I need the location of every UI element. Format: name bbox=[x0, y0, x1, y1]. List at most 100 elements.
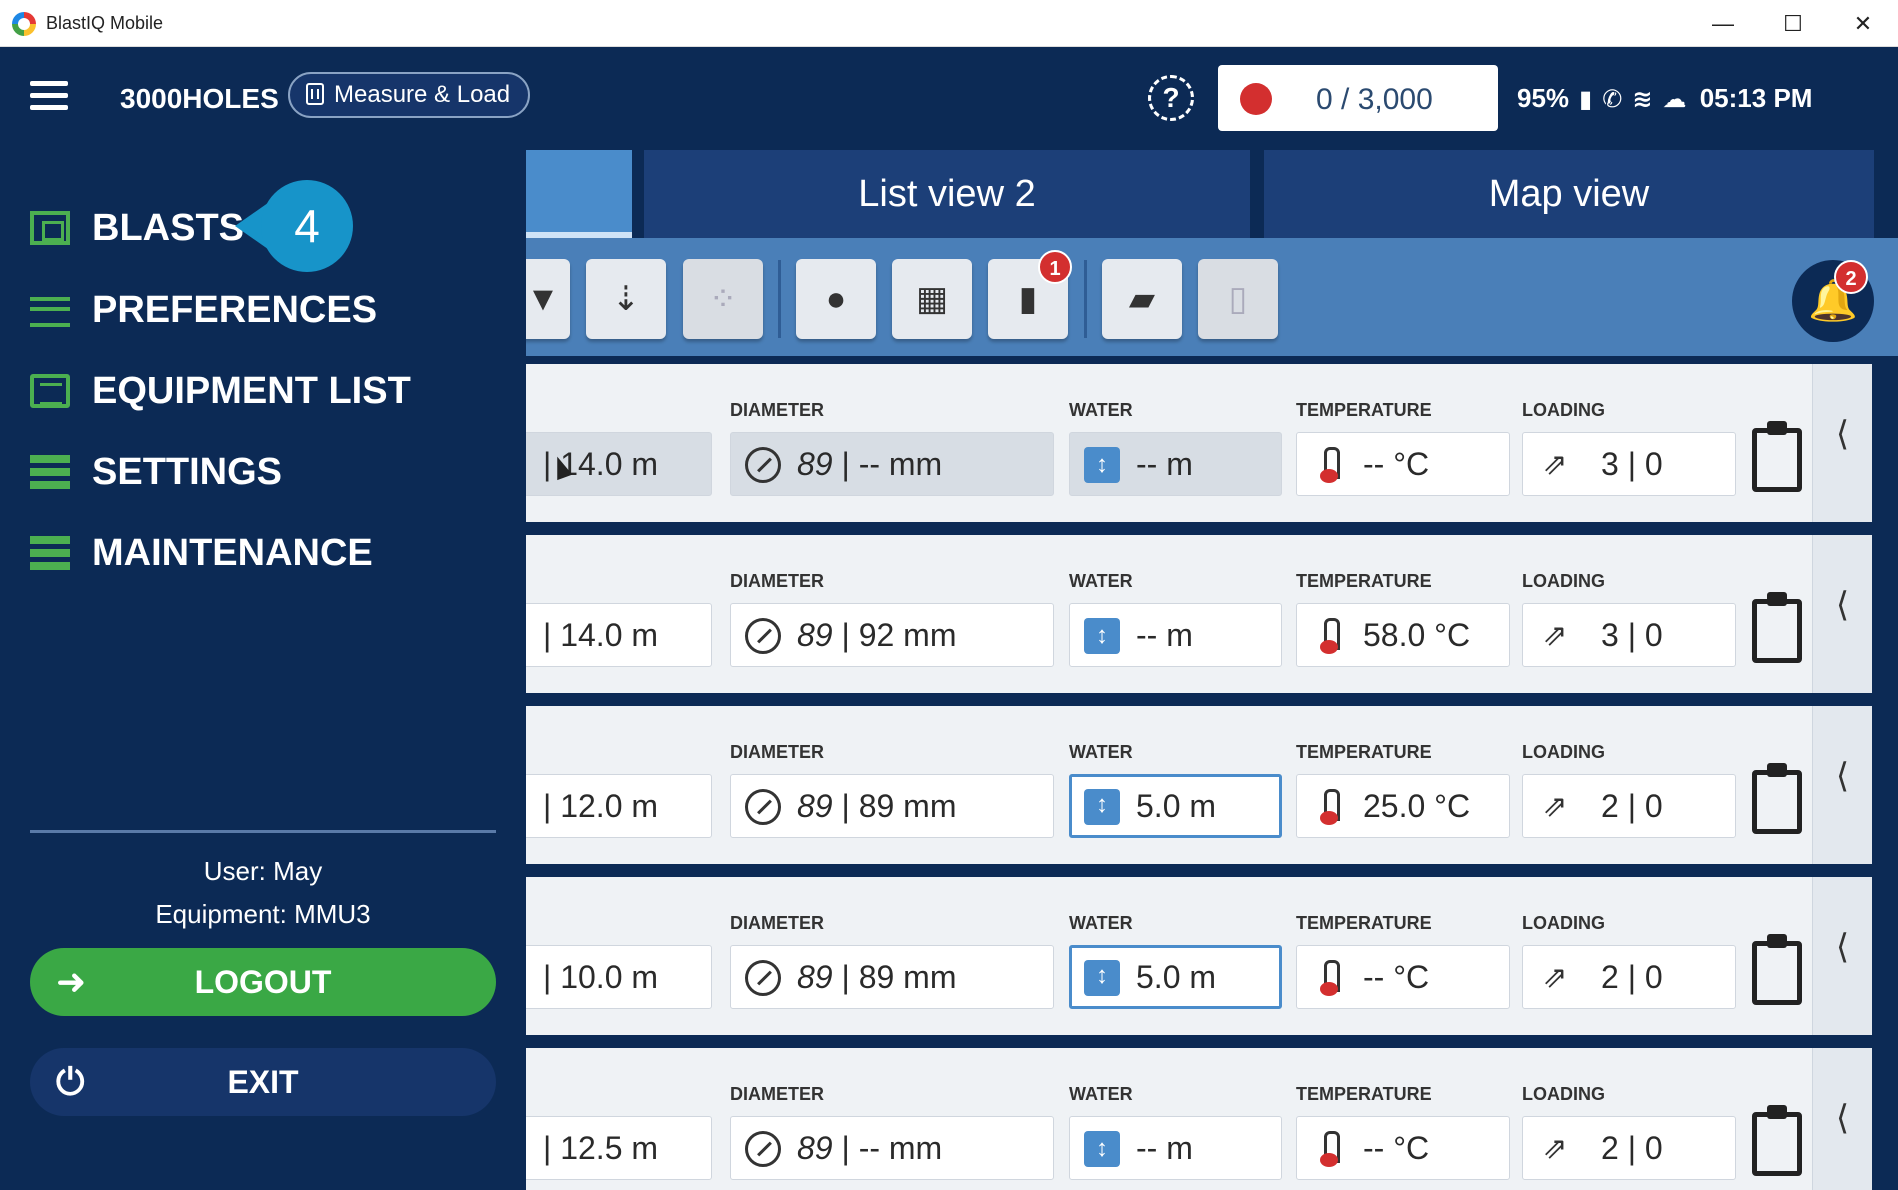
loading-field[interactable]: ⇗ 2 | 0 bbox=[1522, 1116, 1736, 1180]
window-title-bar: BlastIQ Mobile — ☐ ✕ bbox=[0, 0, 1898, 47]
toolbar: ▼ ⇣ ⁘ ● ▦ ▮ 1 ▰ ▯ bbox=[516, 238, 1898, 356]
diameter-field[interactable]: 89 | 89 mm bbox=[730, 945, 1054, 1009]
diameter-field[interactable]: 89 | -- mm bbox=[730, 432, 1054, 496]
clipboard-icon: ▮ bbox=[1018, 280, 1038, 318]
thermometer-icon bbox=[1311, 960, 1347, 996]
open-folder-button[interactable]: ▰ bbox=[1102, 259, 1182, 339]
stack-icon bbox=[30, 455, 70, 489]
cloud-sync-icon: ☁ bbox=[1662, 86, 1687, 113]
tab-list-view-2[interactable]: List view 2 bbox=[644, 150, 1250, 238]
depth-field[interactable]: | 14.0 m bbox=[516, 603, 712, 667]
temperature-field[interactable]: 25.0 °C bbox=[1296, 774, 1510, 838]
folder-icon: ▰ bbox=[1128, 280, 1156, 318]
mode-button[interactable]: Measure & Load bbox=[288, 72, 531, 118]
minimize-button[interactable]: — bbox=[1688, 0, 1758, 47]
gauge-icon bbox=[745, 618, 781, 654]
temperature-field[interactable]: -- °C bbox=[1296, 432, 1510, 496]
pattern-icon: ⁘ bbox=[708, 280, 738, 318]
water-field[interactable]: -- m bbox=[1069, 603, 1282, 667]
water-field[interactable]: 5.0 m bbox=[1069, 945, 1282, 1009]
loading-label: LOADING bbox=[1522, 571, 1605, 591]
status-area: 95% ▮ ✆ ≋ ☁ 05:13 PM bbox=[1517, 83, 1812, 114]
sort-icon: ⇣ bbox=[611, 280, 641, 318]
maximize-button[interactable]: ☐ bbox=[1758, 0, 1828, 47]
diameter-field[interactable]: 89 | 92 mm bbox=[730, 603, 1054, 667]
loading-field[interactable]: ⇗ 2 | 0 bbox=[1522, 774, 1736, 838]
list-item[interactable]: | 12.0 m DIAMETER 89 | 89 mm WATER 5.0 m… bbox=[516, 706, 1872, 864]
clipboard-icon[interactable] bbox=[1752, 592, 1802, 663]
water-field[interactable]: -- m bbox=[1069, 1116, 1282, 1180]
toolbar-separator bbox=[778, 260, 781, 338]
water-label: WATER bbox=[1069, 400, 1133, 420]
depth-field[interactable]: | 12.5 m bbox=[516, 1116, 712, 1180]
diameter-field[interactable]: 89 | -- mm bbox=[730, 1116, 1054, 1180]
pattern-button[interactable]: ⁘ bbox=[683, 259, 763, 339]
loading-field[interactable]: ⇗ 3 | 0 bbox=[1522, 432, 1736, 496]
list-item[interactable]: | 10.0 m DIAMETER 89 | 89 mm WATER 5.0 m… bbox=[516, 877, 1872, 1035]
tab-map-view[interactable]: Map view bbox=[1264, 150, 1874, 238]
temperature-label: TEMPERATURE bbox=[1296, 1084, 1432, 1104]
hole-counter[interactable]: 0 / 3,000 bbox=[1218, 65, 1498, 131]
gauge-icon bbox=[745, 789, 781, 825]
hole-list: | 14.0 m DIAMETER 89 | -- mm WATER -- m … bbox=[516, 356, 1898, 1190]
logout-icon: ➜ bbox=[56, 961, 87, 1002]
temperature-field[interactable]: -- °C bbox=[1296, 945, 1510, 1009]
water-icon bbox=[1084, 948, 1120, 1005]
expand-row-button[interactable]: ⟨ bbox=[1812, 706, 1872, 864]
depth-field[interactable]: | 12.0 m bbox=[516, 774, 712, 838]
thermometer-icon bbox=[1311, 789, 1347, 825]
gauge-icon bbox=[745, 447, 781, 483]
expand-row-button[interactable]: ⟨ bbox=[1812, 877, 1872, 1035]
expand-row-button[interactable]: ⟨ bbox=[1812, 535, 1872, 693]
depth-field[interactable]: | 14.0 m bbox=[516, 432, 712, 496]
help-icon[interactable]: ? bbox=[1148, 75, 1194, 121]
phone-icon: ✆ bbox=[1602, 86, 1623, 113]
list-item[interactable]: | 14.0 m DIAMETER 89 | -- mm WATER -- m … bbox=[516, 364, 1872, 522]
thermometer-icon bbox=[1311, 447, 1347, 483]
app-header: 3000HOLES Measure & Load ? 0 / 3,000 95%… bbox=[0, 47, 1898, 143]
mode-label: Measure & Load bbox=[334, 81, 511, 108]
temperature-field[interactable]: -- °C bbox=[1296, 1116, 1510, 1180]
exit-button[interactable]: ⏻ EXIT bbox=[30, 1048, 496, 1116]
temperature-field[interactable]: 58.0 °C bbox=[1296, 603, 1510, 667]
loading-field[interactable]: ⇗ 3 | 0 bbox=[1522, 603, 1736, 667]
clipboard-icon[interactable] bbox=[1752, 1105, 1802, 1176]
view-document-button[interactable]: ▯ bbox=[1198, 259, 1278, 339]
notification-badge: 2 bbox=[1834, 260, 1868, 294]
water-icon bbox=[1084, 777, 1120, 834]
menu-icon[interactable] bbox=[30, 81, 68, 111]
diameter-label: DIAMETER bbox=[730, 571, 824, 591]
loading-icon: ⇗ bbox=[1542, 1132, 1568, 1165]
loading-icon: ⇗ bbox=[1542, 619, 1568, 652]
clipboard-icon[interactable] bbox=[1752, 763, 1802, 834]
depth-field[interactable]: | 10.0 m bbox=[516, 945, 712, 1009]
clipboard-icon[interactable] bbox=[1752, 421, 1802, 492]
stack-icon bbox=[30, 536, 70, 570]
list-item[interactable]: | 12.5 m DIAMETER 89 | -- mm WATER -- m … bbox=[516, 1048, 1872, 1190]
bomb-icon: ● bbox=[825, 280, 847, 318]
loading-icon: ⇗ bbox=[1542, 790, 1568, 823]
document-view-icon: ▯ bbox=[1228, 280, 1248, 318]
diameter-field[interactable]: 89 | 89 mm bbox=[730, 774, 1054, 838]
water-icon bbox=[1084, 434, 1120, 495]
expand-row-button[interactable]: ⟨ bbox=[1812, 1048, 1872, 1190]
sidebar-divider bbox=[30, 830, 496, 833]
gauge-icon bbox=[745, 960, 781, 996]
list-item[interactable]: | 14.0 m DIAMETER 89 | 92 mm WATER -- m … bbox=[516, 535, 1872, 693]
sort-button[interactable]: ⇣ bbox=[586, 259, 666, 339]
grid-button[interactable]: ▦ bbox=[892, 259, 972, 339]
clipboard-icon[interactable] bbox=[1752, 934, 1802, 1005]
expand-row-button[interactable]: ⟨ bbox=[1812, 364, 1872, 522]
tab-list-view-1[interactable] bbox=[526, 150, 632, 238]
detonator-button[interactable]: ● bbox=[796, 259, 876, 339]
close-button[interactable]: ✕ bbox=[1828, 0, 1898, 47]
logout-button[interactable]: ➜ LOGOUT bbox=[30, 948, 496, 1016]
water-label: WATER bbox=[1069, 571, 1133, 591]
hole-counter-value: 0 / 3,000 bbox=[1316, 83, 1433, 116]
water-field[interactable]: 5.0 m bbox=[1069, 774, 1282, 838]
water-field[interactable]: -- m bbox=[1069, 432, 1282, 496]
diameter-label: DIAMETER bbox=[730, 913, 824, 933]
loading-field[interactable]: ⇗ 2 | 0 bbox=[1522, 945, 1736, 1009]
gauge-icon bbox=[745, 1131, 781, 1167]
diameter-label: DIAMETER bbox=[730, 742, 824, 762]
